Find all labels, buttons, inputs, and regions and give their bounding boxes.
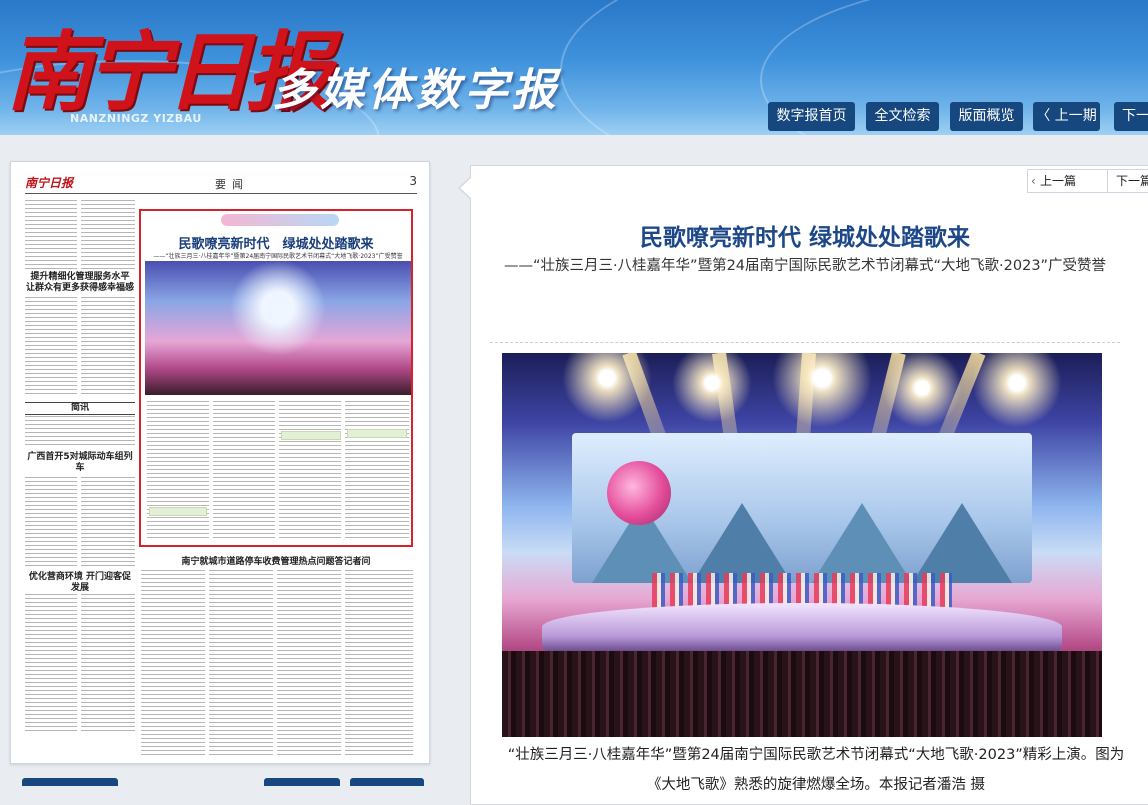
highlighted-article[interactable]: 民歌嘹亮新时代 绿城处处踏歌来 ——“壮族三月三·八桂嘉年华”暨第24届南宁国际… <box>139 209 413 547</box>
text-column <box>81 477 135 569</box>
article-preview-title: 民歌嘹亮新时代 绿城处处踏歌来 <box>178 237 374 252</box>
article-subtitle: ——“壮族三月三·八桂嘉年华”暨第24届南宁国际民歌艺术节闭幕式“大地飞歌·20… <box>503 258 1107 274</box>
article-preview-subtitle: ——“壮族三月三·八桂嘉年华”暨第24届南宁国际民歌艺术节闭幕式“大地飞歌·20… <box>153 253 403 260</box>
bottom-button[interactable] <box>350 778 424 786</box>
text-column <box>141 570 205 755</box>
page-header: 南宁日报 要闻 3 <box>25 174 417 194</box>
divider <box>490 342 1120 343</box>
stage-light <box>672 353 752 423</box>
bottom-article-title[interactable]: 南宁就城市道路停车收费管理热点问题答记者问 <box>139 554 413 567</box>
article-photo[interactable] <box>502 353 1102 737</box>
stage-floor <box>542 603 1062 651</box>
mountain-shape <box>812 503 912 583</box>
paper-logo: 南宁日报 <box>25 176 74 190</box>
text-column <box>279 401 341 541</box>
masthead-banner: 南宁日报 NANZNINGZ YIZBAU 多媒体数字报 数字报首页 全文检索 … <box>0 0 1148 135</box>
chevron-left-icon: ‹ <box>1031 174 1036 188</box>
stage-light <box>562 353 652 423</box>
flower-decoration <box>607 461 671 525</box>
text-column <box>345 401 409 541</box>
text-column <box>25 297 77 397</box>
headline-1[interactable]: 提升精细化管理服务水平 让群众有更多获得感幸福感 <box>25 272 135 294</box>
article-title: 民歌嘹亮新时代 绿城处处踏歌来 <box>639 225 970 251</box>
text-column <box>25 477 77 569</box>
stage-light <box>972 353 1062 428</box>
next-article-button[interactable]: 下一篇 <box>1107 169 1148 193</box>
next-issue-button[interactable]: 下一 <box>1114 102 1148 131</box>
text-column <box>147 401 209 541</box>
logo-pinyin: NANZNINGZ YIZBAU <box>70 112 202 125</box>
text-column <box>277 570 341 755</box>
page-overview-button[interactable]: 版面概览 <box>950 102 1023 131</box>
text-column <box>25 200 77 270</box>
text-column <box>81 594 135 734</box>
previous-article-button[interactable]: ‹ 上一篇 <box>1027 169 1107 193</box>
text-column <box>345 570 413 755</box>
text-column <box>209 570 273 755</box>
headline-3[interactable]: 广西首开5对城际动车组列车 <box>25 452 135 474</box>
text-column <box>25 594 77 734</box>
bottom-button[interactable] <box>264 778 340 786</box>
previous-issue-button[interactable]: 〈 上一期 <box>1033 102 1100 131</box>
subhead-bar <box>149 507 207 516</box>
article-preview-photo <box>145 261 411 395</box>
newspaper-page-preview[interactable]: 南宁日报 要闻 3 提升精细化管理服务水平 让群众有更多获得感幸福感 简讯 广西… <box>10 161 430 764</box>
text-column <box>213 401 275 541</box>
stage-light <box>772 353 872 428</box>
home-button[interactable]: 数字报首页 <box>768 102 855 131</box>
section-banner-tag <box>221 214 339 226</box>
reader-pointer <box>460 177 472 199</box>
site-subtitle: 多媒体数字报 <box>272 65 560 116</box>
audience <box>502 651 1102 737</box>
headline-4[interactable]: 优化营商环境 开门迎客促发展 <box>25 572 135 594</box>
previous-article-label: 上一篇 <box>1040 174 1077 188</box>
subhead-bar <box>281 431 341 440</box>
text-column <box>81 297 135 397</box>
full-text-search-button[interactable]: 全文检索 <box>866 102 939 131</box>
text-column <box>81 200 135 270</box>
text-column <box>25 416 135 446</box>
mountain-shape <box>692 503 792 583</box>
photo-caption: “壮族三月三·八桂嘉年华”暨第24届南宁国际民歌艺术节闭幕式“大地飞歌·2023… <box>507 747 1125 793</box>
mountain-shape <box>912 503 1012 583</box>
section-name: 要闻 <box>215 178 249 191</box>
page-number: 3 <box>409 174 417 188</box>
headline-2[interactable]: 简讯 <box>25 402 135 415</box>
subhead-bar <box>347 429 407 438</box>
bottom-button[interactable] <box>22 778 118 786</box>
